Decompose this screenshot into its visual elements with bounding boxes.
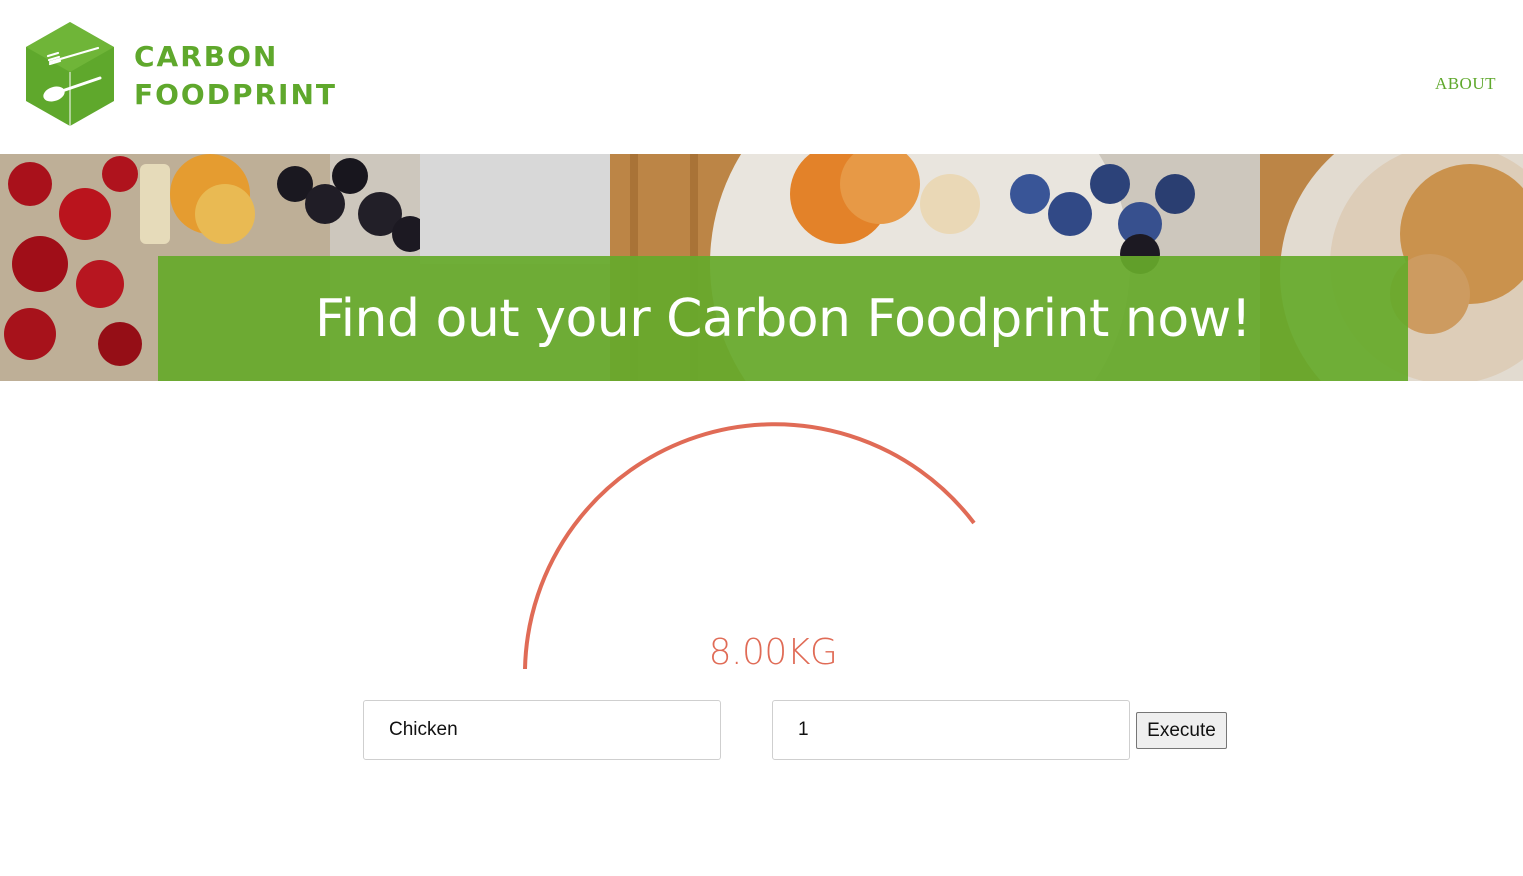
nav-about-link[interactable]: ABOUT: [1435, 74, 1496, 94]
logo-hexagon-icon: [26, 22, 114, 126]
quantity-input[interactable]: [772, 700, 1130, 760]
gauge-value: 8.00KG: [600, 632, 946, 673]
brand-logo[interactable]: CARBON FOODPRINT: [22, 20, 335, 130]
hero-title: Find out your Carbon Foodprint now!: [314, 288, 1252, 349]
page: CARBON FOODPRINT ABOUT Find out your Car…: [0, 0, 1523, 876]
food-input[interactable]: [363, 700, 721, 760]
hero-banner: Find out your Carbon Foodprint now!: [0, 154, 1523, 381]
brand-line-1: CARBON: [134, 40, 279, 73]
gauge-value-label: 8.00KG: [708, 632, 838, 673]
execute-button[interactable]: Execute: [1136, 712, 1227, 749]
brand-line-2: FOODPRINT: [134, 78, 338, 111]
hero-title-band: Find out your Carbon Foodprint now!: [158, 256, 1408, 381]
site-header: CARBON FOODPRINT ABOUT: [0, 0, 1523, 154]
brand-wordmark: CARBON FOODPRINT: [134, 38, 337, 114]
